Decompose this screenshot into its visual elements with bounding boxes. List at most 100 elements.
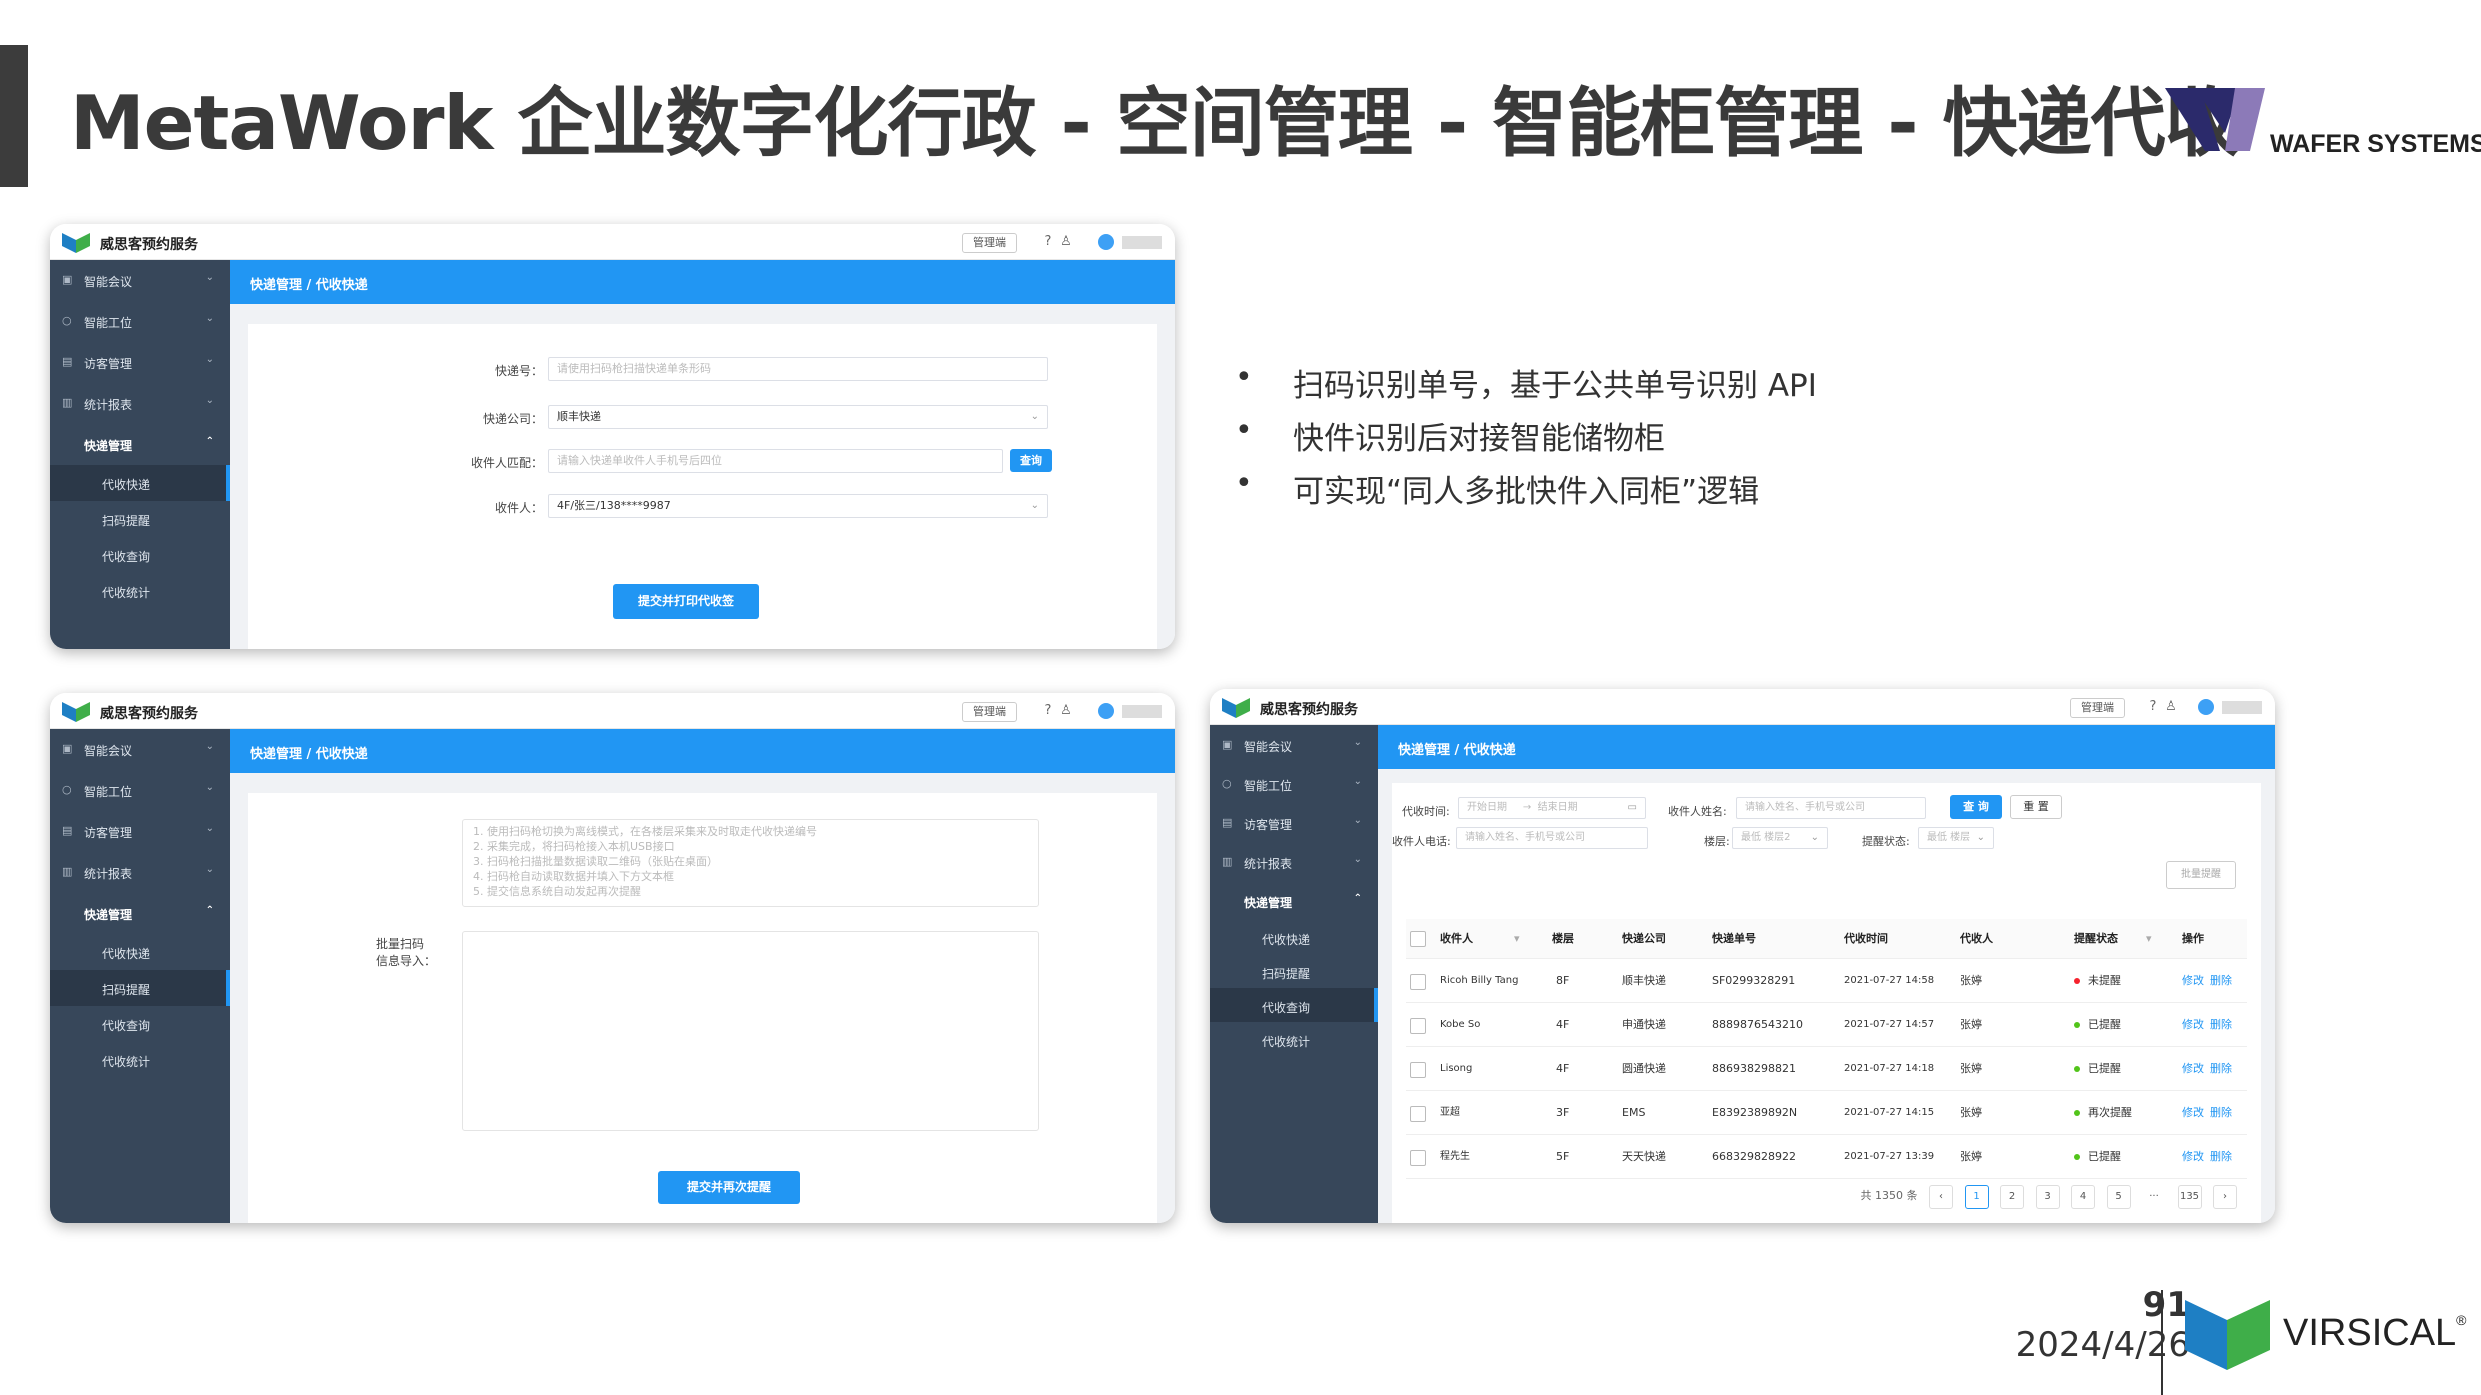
edit-link[interactable]: 修改 (2182, 1003, 2204, 1046)
sidebar-item-collect[interactable]: 代收快递 (50, 465, 230, 501)
batch-label: 批量扫码 信息导入： (376, 937, 437, 968)
menu-smart-meeting[interactable]: ▣ 智能会议 ⌄ (50, 729, 230, 770)
recipient-select[interactable]: 4F/张三/138****9987 ⌄ (548, 494, 1048, 518)
menu-smart-desk[interactable]: ○ 智能工位 ⌄ (50, 770, 230, 811)
scan-remind-form: 1. 使用扫码枪切换为离线模式，在各楼层采集来及时取走代收快递编号 2. 采集完… (248, 793, 1157, 1223)
avatar[interactable] (1098, 703, 1114, 719)
match-label: 收件人匹配： (470, 456, 543, 470)
menu-smart-meeting[interactable]: ▣ 智能会议 ⌄ (50, 260, 230, 301)
skin-icon[interactable]: ♙ (1058, 234, 1074, 250)
sidebar-item-collect[interactable]: 代收快递 (50, 934, 230, 970)
page-button[interactable]: 2 (2000, 1185, 2024, 1209)
floor-select[interactable]: 最低 楼层2 ⌄ (1732, 827, 1828, 849)
filter-icon[interactable]: ▾ (1514, 919, 1520, 958)
slide: MetaWork 企业数字化行政 - 空间管理 - 智能柜管理 - 快递代收 W… (0, 0, 2481, 1395)
column-header: 提醒状态 (2074, 932, 2118, 945)
delete-link[interactable]: 删除 (2210, 959, 2232, 1002)
cell-time: 2021-07-27 14:58 (1844, 975, 1935, 986)
cell-agent: 张婷 (1960, 1106, 1982, 1119)
menu-smart-desk[interactable]: ○ 智能工位 ⌄ (50, 301, 230, 342)
edit-link[interactable]: 修改 (2182, 1091, 2204, 1134)
help-icon[interactable]: ? (1040, 234, 1056, 250)
delete-link[interactable]: 删除 (2210, 1135, 2232, 1178)
brand-logo-icon (1222, 698, 1250, 718)
menu-smart-meeting[interactable]: ▣ 智能会议 ⌄ (1210, 725, 1378, 764)
row-checkbox[interactable] (1410, 1150, 1426, 1166)
admin-button[interactable]: 管理端 (2070, 698, 2125, 718)
sidebar-item-collect[interactable]: 代收快递 (1210, 920, 1378, 954)
sidebar-item-scan-remind[interactable]: 扫码提醒 (50, 501, 230, 537)
tracking-input[interactable]: 请使用扫码枪扫描快递单条形码 (548, 357, 1048, 381)
menu-express[interactable]: 快递管理 ⌃ (50, 893, 230, 934)
delete-link[interactable]: 删除 (2210, 1091, 2232, 1134)
batch-import-textarea[interactable] (462, 931, 1039, 1131)
date-range-input[interactable]: 开始日期 → 结束日期 ▭ (1458, 797, 1646, 819)
cell-time: 2021-07-27 14:15 (1844, 1107, 1935, 1118)
menu-express[interactable]: 快递管理 ⌃ (1210, 881, 1378, 920)
phone-input[interactable]: 请输入姓名、手机号或公司 (1456, 827, 1648, 849)
menu-visitor[interactable]: ▤ 访客管理 ⌄ (50, 342, 230, 383)
help-icon[interactable]: ? (1040, 703, 1056, 719)
menu-visitor[interactable]: ▤ 访客管理 ⌄ (50, 811, 230, 852)
sidebar-item-stats[interactable]: 代收统计 (50, 1042, 230, 1078)
menu-reports[interactable]: ▥ 统计报表 ⌄ (1210, 842, 1378, 881)
page-ellipsis[interactable]: ··· (2142, 1186, 2166, 1210)
page-button[interactable]: 135 (2177, 1185, 2202, 1209)
total-count: 共 1350 条 (1860, 1189, 1918, 1202)
edit-link[interactable]: 修改 (2182, 1047, 2204, 1090)
chevron-down-icon: ⌄ (205, 782, 214, 793)
table-row: Kobe So 4F 申通快递 8889876543210 2021-07-27… (1406, 1003, 2247, 1047)
sidebar-item-scan-remind[interactable]: 扫码提醒 (1210, 954, 1378, 988)
avatar[interactable] (1098, 234, 1114, 250)
page-button[interactable]: 1 (1964, 1185, 1989, 1209)
menu-reports[interactable]: ▥ 统计报表 ⌄ (50, 852, 230, 893)
menu-express[interactable]: 快递管理 ⌃ (50, 424, 230, 465)
submit-print-button[interactable]: 提交并打印代收签 (613, 584, 759, 619)
skin-icon[interactable]: ♙ (2163, 699, 2179, 715)
page-button[interactable]: 4 (2071, 1185, 2095, 1209)
sidebar-item-stats[interactable]: 代收统计 (1210, 1022, 1378, 1056)
search-button[interactable]: 查 询 (1950, 795, 2002, 819)
column-header: 快递单号 (1712, 932, 1756, 945)
page-button[interactable]: 3 (2035, 1185, 2060, 1209)
app-topbar: 威思客预约服务 管理端 ? ♙ (50, 224, 1175, 260)
sidebar-item-stats[interactable]: 代收统计 (50, 573, 230, 609)
status-select[interactable]: 最低 楼层 ⌄ (1918, 827, 1994, 849)
phone-suffix-input[interactable]: 请输入快递单收件人手机号后四位 (548, 449, 1003, 473)
status-dot (2074, 1022, 2080, 1028)
prev-page-button[interactable]: ‹ (1929, 1185, 1953, 1209)
delete-link[interactable]: 删除 (2210, 1047, 2232, 1090)
reset-button[interactable]: 重 置 (2010, 795, 2062, 819)
avatar[interactable] (2198, 699, 2214, 715)
sidebar-item-query[interactable]: 代收查询 (50, 1006, 230, 1042)
edit-link[interactable]: 修改 (2182, 959, 2204, 1002)
menu-visitor[interactable]: ▤ 访客管理 ⌄ (1210, 803, 1378, 842)
filter-icon[interactable]: ▾ (2146, 919, 2152, 958)
next-page-button[interactable]: › (2213, 1185, 2237, 1209)
row-checkbox[interactable] (1410, 1062, 1426, 1078)
row-checkbox[interactable] (1410, 1018, 1426, 1034)
menu-smart-desk[interactable]: ○ 智能工位 ⌄ (1210, 764, 1378, 803)
admin-button[interactable]: 管理端 (962, 233, 1017, 253)
sidebar-item-query[interactable]: 代收查询 (1210, 988, 1378, 1022)
admin-button[interactable]: 管理端 (962, 702, 1017, 722)
query-button[interactable]: 查询 (1010, 449, 1052, 472)
help-icon[interactable]: ? (2145, 699, 2161, 715)
row-checkbox[interactable] (1410, 974, 1426, 990)
menu-reports[interactable]: ▥ 统计报表 ⌄ (50, 383, 230, 424)
submit-remind-button[interactable]: 提交并再次提醒 (658, 1171, 800, 1204)
select-all-checkbox[interactable] (1410, 931, 1426, 947)
user-name-blurred (1122, 236, 1162, 249)
column-header: 代收人 (1960, 932, 1993, 945)
skin-icon[interactable]: ♙ (1058, 703, 1074, 719)
sidebar-item-scan-remind[interactable]: 扫码提醒 (50, 970, 230, 1006)
sidebar-item-query[interactable]: 代收查询 (50, 537, 230, 573)
delete-link[interactable]: 删除 (2210, 1003, 2232, 1046)
cell-status: 未提醒 (2074, 959, 2121, 1002)
company-select[interactable]: 顺丰快递 ⌄ (548, 405, 1048, 429)
page-button[interactable]: 5 (2106, 1185, 2131, 1209)
batch-remind-button[interactable]: 批量提醒 (2166, 861, 2236, 889)
name-input[interactable]: 请输入姓名、手机号或公司 (1736, 797, 1926, 819)
row-checkbox[interactable] (1410, 1106, 1426, 1122)
edit-link[interactable]: 修改 (2182, 1135, 2204, 1178)
